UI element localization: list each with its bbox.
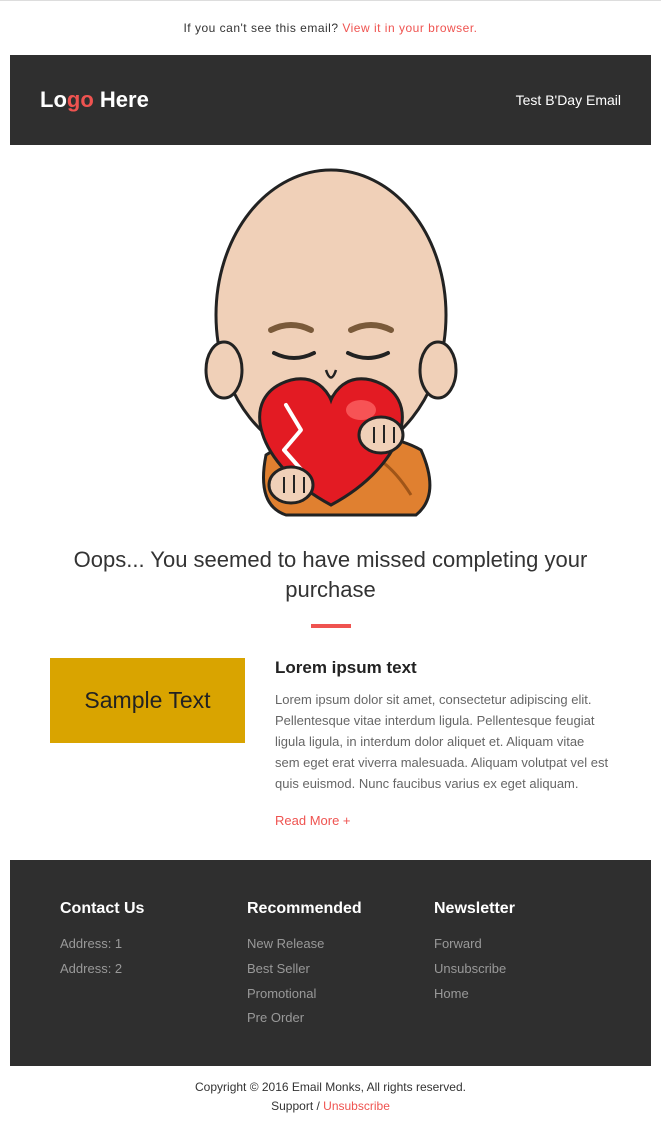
article-body: Lorem ipsum dolor sit amet, consectetur … [275,690,611,794]
article-column: Lorem ipsum text Lorem ipsum dolor sit a… [275,658,611,830]
footer-link[interactable]: Best Seller [247,957,414,982]
footer: Contact Us Address: 1 Address: 2 Recomme… [10,860,651,1066]
footer-title-recommended: Recommended [247,900,414,918]
support-link[interactable]: Support [271,1099,313,1113]
email-header: Logo Here Test B'Day Email [10,55,651,145]
hero-image [0,145,661,525]
header-right-text: Test B'Day Email [516,92,621,108]
footer-link[interactable]: Forward [434,932,601,957]
logo-part2: Here [94,87,149,112]
footer-title-newsletter: Newsletter [434,900,601,918]
copyright-text: Copyright © 2016 Email Monks, All rights… [0,1078,661,1097]
sample-image-placeholder: Sample Text [50,658,245,743]
footer-col-recommended: Recommended New Release Best Seller Prom… [247,900,414,1031]
article-title: Lorem ipsum text [275,658,611,678]
preheader-text: If you can't see this email? [183,21,342,35]
preheader: If you can't see this email? View it in … [0,1,661,55]
separator: / [313,1099,323,1113]
logo-accent: go [67,87,94,112]
unsubscribe-link[interactable]: Unsubscribe [323,1099,390,1113]
footer-link[interactable]: Unsubscribe [434,957,601,982]
headline-divider [311,624,351,628]
view-in-browser-link[interactable]: View it in your browser. [342,21,477,35]
footer-item: Address: 1 [60,932,227,957]
monk-heart-illustration [156,155,506,525]
read-more-link[interactable]: Read More + [275,813,351,828]
logo-part1: Lo [40,87,67,112]
footer-item: Address: 2 [60,957,227,982]
footer-link[interactable]: New Release [247,932,414,957]
footer-link[interactable]: Pre Order [247,1006,414,1031]
logo[interactable]: Logo Here [40,87,149,113]
main-headline: Oops... You seemed to have missed comple… [0,525,661,614]
footer-link[interactable]: Home [434,982,601,1007]
footer-link[interactable]: Promotional [247,982,414,1007]
bottom-bar: Copyright © 2016 Email Monks, All rights… [0,1066,661,1136]
footer-col-contact: Contact Us Address: 1 Address: 2 [60,900,227,1031]
content-row: Sample Text Lorem ipsum text Lorem ipsum… [0,658,661,860]
footer-title-contact: Contact Us [60,900,227,918]
footer-col-newsletter: Newsletter Forward Unsubscribe Home [434,900,601,1031]
